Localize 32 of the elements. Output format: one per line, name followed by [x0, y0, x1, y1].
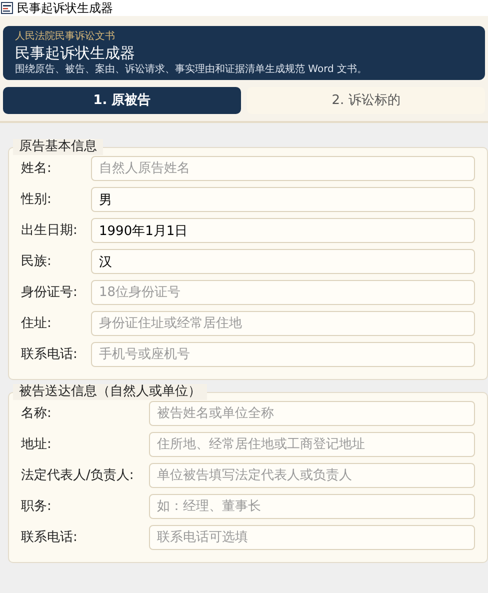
field-label: 名称:: [21, 404, 52, 423]
input-field[interactable]: 手机号或座机号: [91, 342, 475, 367]
field-label: 身份证号:: [21, 284, 78, 302]
field-label: 住址:: [21, 314, 52, 333]
input-field[interactable]: 汉: [91, 249, 475, 274]
window-title: 民事起诉状生成器: [17, 2, 113, 14]
header-eyebrow: 人民法院民事诉讼文书: [15, 30, 115, 43]
input-field[interactable]: 1990年1月1日: [91, 218, 475, 243]
group-title: 原告基本信息: [13, 139, 103, 155]
field-label: 联系电话:: [21, 346, 78, 364]
input-field[interactable]: 自然人原告姓名: [91, 156, 475, 181]
group-title: 被告送达信息（自然人或单位）: [13, 384, 207, 400]
field-label: 民族:: [21, 252, 52, 271]
field-label: 姓名:: [21, 160, 52, 178]
field-label: 地址:: [21, 436, 52, 454]
input-field[interactable]: 18位身份证号: [91, 280, 475, 305]
tab[interactable]: 2. 诉讼标的: [247, 87, 485, 114]
header-subtitle: 围绕原告、被告、案由、诉讼请求、事实理由和证据清单生成规范 Word 文书。: [15, 63, 368, 76]
field-label: 法定代表人/负责人:: [21, 466, 135, 485]
input-field[interactable]: 住所地、经常居住地或工商登记地址: [149, 432, 475, 457]
tab[interactable]: 1. 原被告: [3, 87, 241, 114]
input-field[interactable]: 如：经理、董事长: [149, 494, 475, 519]
field-label: 性别:: [21, 190, 52, 209]
header-title: 民事起诉状生成器: [15, 43, 135, 63]
input-field[interactable]: 联系电话可选填: [149, 525, 475, 550]
field-label: 职务:: [21, 498, 52, 516]
field-label: 联系电话:: [21, 528, 78, 547]
input-field[interactable]: 男: [91, 187, 475, 212]
input-field[interactable]: 被告姓名或单位全称: [149, 401, 475, 426]
input-field[interactable]: 身份证住址或经常居住地: [91, 311, 475, 336]
input-field[interactable]: 单位被告填写法定代表人或负责人: [149, 463, 475, 488]
field-label: 出生日期:: [21, 222, 78, 240]
